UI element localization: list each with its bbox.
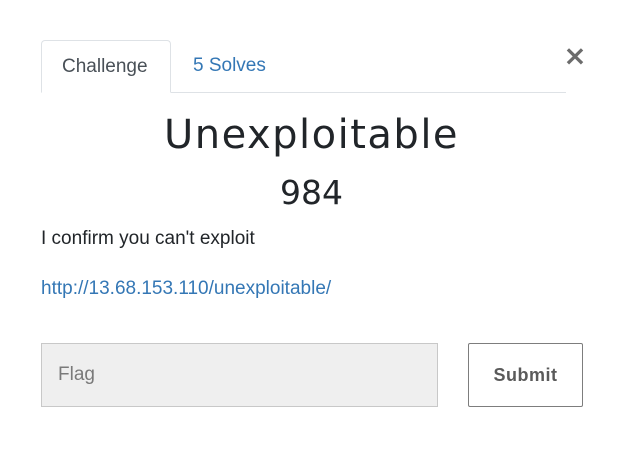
challenge-points: 984 <box>280 173 343 212</box>
submit-button[interactable]: Submit <box>468 343 583 407</box>
challenge-description: I confirm you can't exploit <box>41 228 255 249</box>
challenge-link[interactable]: http://13.68.153.110/unexploitable/ <box>41 278 331 300</box>
tab-challenge[interactable]: Challenge <box>41 40 171 93</box>
close-icon[interactable]: × <box>563 42 587 70</box>
challenge-modal: Challenge 5 Solves × Unexploitable 984 I… <box>0 0 623 467</box>
flag-input[interactable] <box>41 343 438 407</box>
challenge-title: Unexploitable <box>163 112 460 158</box>
tab-solves[interactable]: 5 Solves <box>173 40 286 92</box>
tab-bar: Challenge 5 Solves <box>41 40 566 93</box>
